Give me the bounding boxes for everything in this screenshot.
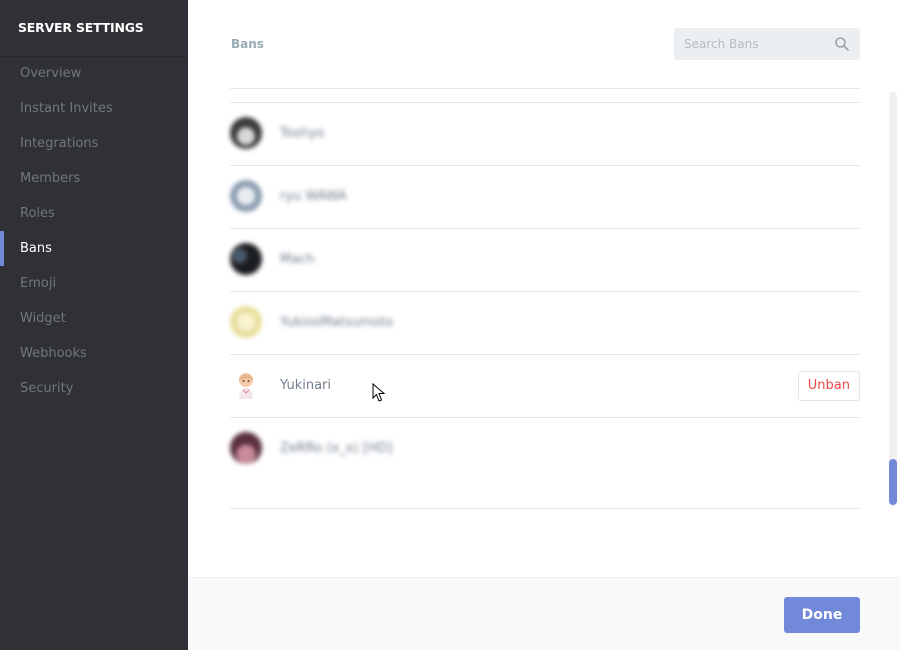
- scrollbar-thumb[interactable]: [889, 459, 897, 505]
- ban-row[interactable]: Yukinari Unban: [230, 354, 860, 417]
- avatar: [239, 373, 253, 399]
- search-input[interactable]: [674, 28, 824, 60]
- scrollbar-track[interactable]: [889, 92, 897, 507]
- sidebar-item-instant-invites[interactable]: Instant Invites: [0, 91, 188, 126]
- done-button[interactable]: Done: [784, 597, 860, 633]
- ban-username: YukiosMatsumoto: [280, 315, 394, 330]
- sidebar-item-overview[interactable]: Overview: [0, 56, 188, 91]
- ban-username: ZeRRo (x_x) [HD]: [280, 441, 393, 456]
- ban-row[interactable]: Mach: [230, 228, 860, 291]
- sidebar-item-bans[interactable]: Bans: [0, 231, 188, 266]
- avatar: [230, 432, 262, 464]
- sidebar-item-emoji[interactable]: Emoji: [0, 266, 188, 301]
- ban-row[interactable]: ryu WAWA: [230, 165, 860, 228]
- footer-bar: Done: [188, 577, 900, 650]
- page-title: Bans: [231, 37, 264, 51]
- ban-row[interactable]: YukiosMatsumoto: [230, 291, 860, 354]
- search-icon[interactable]: [834, 36, 850, 52]
- sidebar-item-roles[interactable]: Roles: [0, 196, 188, 231]
- sidebar-item-integrations[interactable]: Integrations: [0, 126, 188, 161]
- ban-username: Yukinari: [280, 378, 331, 393]
- settings-sidebar: SERVER SETTINGS Overview Instant Invites…: [0, 0, 188, 650]
- bans-panel: Bans Toshyo ryu WAWA Mach YukiosMatsumot…: [188, 0, 900, 650]
- avatar: [230, 117, 262, 149]
- list-divider: [230, 88, 860, 89]
- search-box[interactable]: [674, 28, 860, 60]
- avatar: [230, 243, 262, 275]
- sidebar-item-webhooks[interactable]: Webhooks: [0, 336, 188, 371]
- sidebar-item-widget[interactable]: Widget: [0, 301, 188, 336]
- avatar: [230, 306, 262, 338]
- unban-button[interactable]: Unban: [797, 371, 860, 401]
- avatar: [230, 180, 262, 212]
- ban-row[interactable]: ZeRRo (x_x) [HD]: [230, 417, 860, 480]
- sidebar-item-security[interactable]: Security: [0, 371, 188, 406]
- sidebar-item-members[interactable]: Members: [0, 161, 188, 196]
- ban-username: Toshyo: [280, 126, 325, 141]
- ban-row[interactable]: Toshyo: [230, 102, 860, 165]
- sidebar-title: SERVER SETTINGS: [0, 0, 188, 57]
- ban-username: ryu WAWA: [280, 189, 347, 204]
- mouse-cursor-icon: [372, 383, 386, 402]
- ban-username: Mach: [280, 252, 315, 267]
- list-divider: [230, 508, 860, 509]
